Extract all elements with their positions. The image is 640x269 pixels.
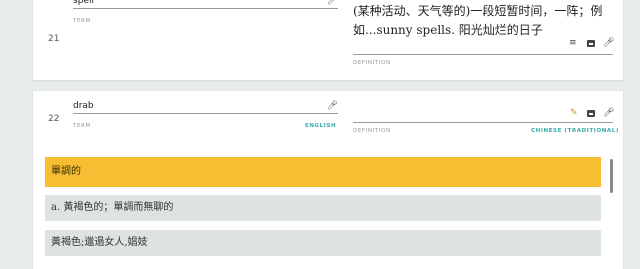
- microphone-icon[interactable]: 🎤︎: [327, 99, 338, 113]
- term-language-link[interactable]: ENGLISH: [305, 123, 336, 129]
- term-card-22: 22 drab 🎤︎ TERM ENGLISH ✎ 🎤︎ DEFINITION …: [33, 91, 623, 269]
- term-card-21: 21 spell 🎤︎ TERM (某种活动、天气等的)一段短暂时间，一阵；例如…: [33, 0, 623, 80]
- definition-language-link[interactable]: CHINESE (TRADITIONAL): [531, 128, 619, 134]
- term-label: TERM: [73, 18, 91, 24]
- microphone-icon[interactable]: 🎤︎: [603, 108, 614, 118]
- suggest-icon[interactable]: ✎: [570, 108, 578, 118]
- image-icon[interactable]: [587, 40, 595, 47]
- definition-text[interactable]: (某种活动、天气等的)一段短暂时间，一阵；例如...sunny spells. …: [353, 2, 618, 40]
- term-value: spell: [73, 0, 94, 6]
- term-value: drab: [73, 101, 94, 111]
- format-icon[interactable]: ≡: [569, 38, 577, 48]
- microphone-icon[interactable]: 🎤︎: [603, 38, 614, 48]
- card-number: 22: [48, 114, 60, 124]
- image-icon[interactable]: [587, 110, 595, 117]
- definition-underline: [353, 54, 613, 55]
- microphone-icon[interactable]: 🎤︎: [327, 0, 338, 8]
- suggestion-item[interactable]: 黃褐色;邋遢女人,娼妓: [45, 230, 601, 256]
- term-label: TERM: [73, 123, 91, 129]
- suggestions-scrollbar[interactable]: [610, 159, 613, 193]
- suggestion-item[interactable]: 單調的: [45, 157, 601, 187]
- definition-input[interactable]: [353, 122, 613, 123]
- definition-label: DEFINITION: [353, 60, 391, 66]
- suggestion-item[interactable]: a. 黃褐色的；單調而無聊的: [45, 195, 601, 221]
- term-input[interactable]: spell 🎤︎: [73, 0, 338, 9]
- definition-label: DEFINITION: [353, 128, 391, 134]
- card-number: 21: [48, 34, 60, 44]
- term-input[interactable]: drab 🎤︎: [73, 99, 338, 114]
